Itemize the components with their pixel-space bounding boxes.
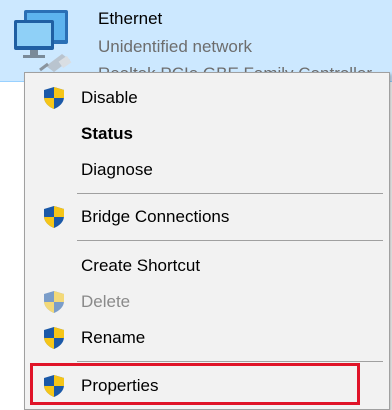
menu-separator	[77, 193, 383, 194]
menu-item-label: Bridge Connections	[81, 207, 230, 226]
menu-item-disable[interactable]: Disable	[29, 81, 385, 115]
screen: Ethernet Unidentified network Realtek PC…	[0, 0, 392, 410]
adapter-name: Ethernet	[98, 9, 163, 28]
menu-separator	[77, 361, 383, 362]
adapter-status: Unidentified network	[98, 37, 253, 56]
menu-item-label: Disable	[81, 88, 138, 107]
menu-item-status[interactable]: Status	[29, 117, 385, 151]
uac-shield-icon	[44, 87, 64, 109]
uac-shield-icon	[44, 291, 64, 313]
menu-item-label: Delete	[81, 292, 131, 311]
menu-item-rename[interactable]: Rename	[29, 321, 385, 355]
menu-item-label: Properties	[81, 376, 159, 395]
menu-item-properties[interactable]: Properties	[29, 369, 385, 403]
menu-item-label: Create Shortcut	[81, 256, 201, 275]
network-adapter-icon	[14, 10, 72, 72]
menu-item-diagnose[interactable]: Diagnose	[29, 153, 385, 187]
uac-shield-icon	[44, 206, 64, 228]
menu-item-label: Diagnose	[81, 160, 153, 179]
menu-item-create-shortcut[interactable]: Create Shortcut	[29, 249, 385, 283]
network-adapter-item[interactable]: Ethernet Unidentified network Realtek PC…	[0, 0, 392, 82]
menu-item-label: Status	[81, 124, 133, 143]
context-menu: Disable Status Diagnose Bridge Connectio…	[24, 72, 390, 410]
uac-shield-icon	[44, 375, 64, 397]
uac-shield-icon	[44, 327, 64, 349]
menu-item-delete: Delete	[29, 285, 385, 319]
menu-item-bridge-connections[interactable]: Bridge Connections	[29, 200, 385, 234]
menu-separator	[77, 240, 383, 241]
menu-item-label: Rename	[81, 328, 146, 347]
